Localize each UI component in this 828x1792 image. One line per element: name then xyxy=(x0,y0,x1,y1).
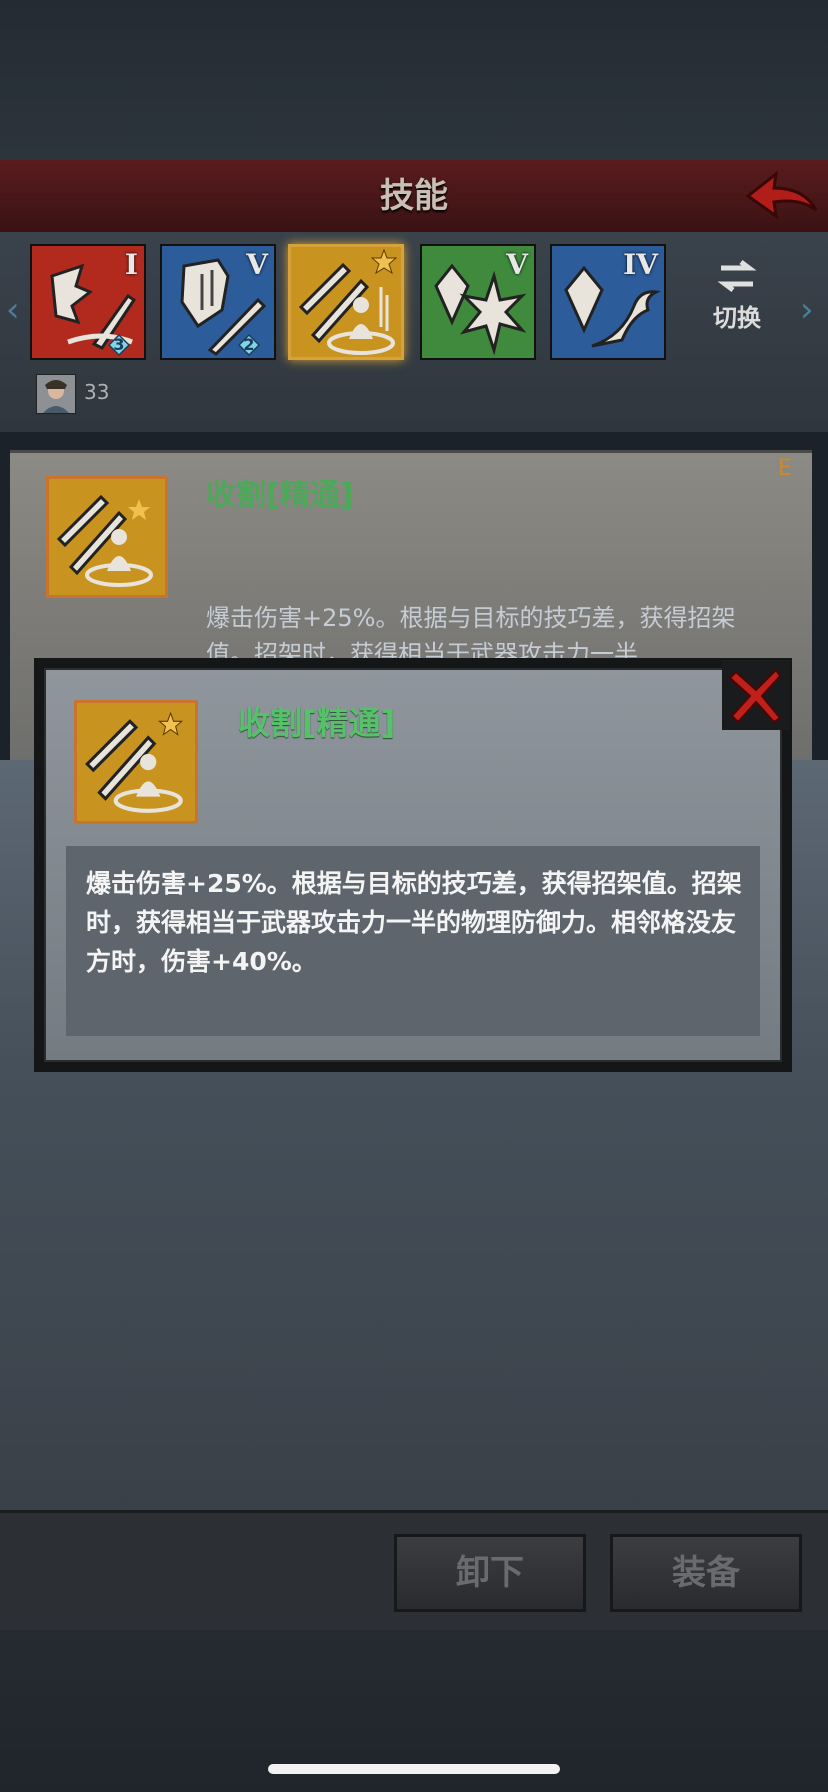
switch-button[interactable]: 切换 xyxy=(700,258,774,348)
scroll-right-icon[interactable]: › xyxy=(800,290,820,330)
hero-avatar xyxy=(36,374,76,414)
skill-slot-1[interactable]: I 3 xyxy=(30,244,146,360)
switch-label: 切换 xyxy=(713,304,761,332)
skill-slot-4[interactable]: V xyxy=(420,244,536,360)
swap-icon xyxy=(717,260,757,292)
close-button[interactable] xyxy=(722,660,790,730)
skill-slot-5[interactable]: IV xyxy=(550,244,666,360)
star-icon xyxy=(371,249,397,275)
skill-slot-2[interactable]: V 2 xyxy=(160,244,276,360)
detail-skill-icon xyxy=(46,476,168,598)
popup-title: 收割[精通] xyxy=(238,704,396,742)
hero-count: 33 xyxy=(84,380,110,404)
back-button[interactable] xyxy=(742,162,822,228)
equip-button[interactable]: 装备 xyxy=(610,1534,802,1612)
close-icon xyxy=(722,660,790,730)
popup-description: 爆击伤害+25%。根据与目标的技巧差，获得招架值。招架时，获得相当于武器攻击力一… xyxy=(86,869,742,976)
scroll-left-icon[interactable]: ‹ xyxy=(6,290,26,330)
level-gem-icon: 2 xyxy=(237,333,261,357)
back-arrow-icon xyxy=(745,170,818,220)
skill-slot-3-selected[interactable] xyxy=(288,244,404,360)
skill-level: 2 xyxy=(243,335,255,354)
detail-corner-label: E xyxy=(778,456,792,481)
skill-rank: I xyxy=(124,248,138,281)
level-gem-icon: 3 xyxy=(107,333,131,357)
home-indicator[interactable] xyxy=(268,1764,560,1774)
skill-level: 3 xyxy=(113,335,125,354)
skill-rank: V xyxy=(246,248,268,281)
detail-title: 收割[精通] xyxy=(206,478,354,513)
top-background xyxy=(0,0,828,160)
skill-rank: IV xyxy=(623,248,658,281)
page-title: 技能 xyxy=(380,176,448,216)
skill-rank: V xyxy=(506,248,528,281)
unequip-button[interactable]: 卸下 xyxy=(394,1534,586,1612)
popup-skill-icon xyxy=(74,700,198,824)
